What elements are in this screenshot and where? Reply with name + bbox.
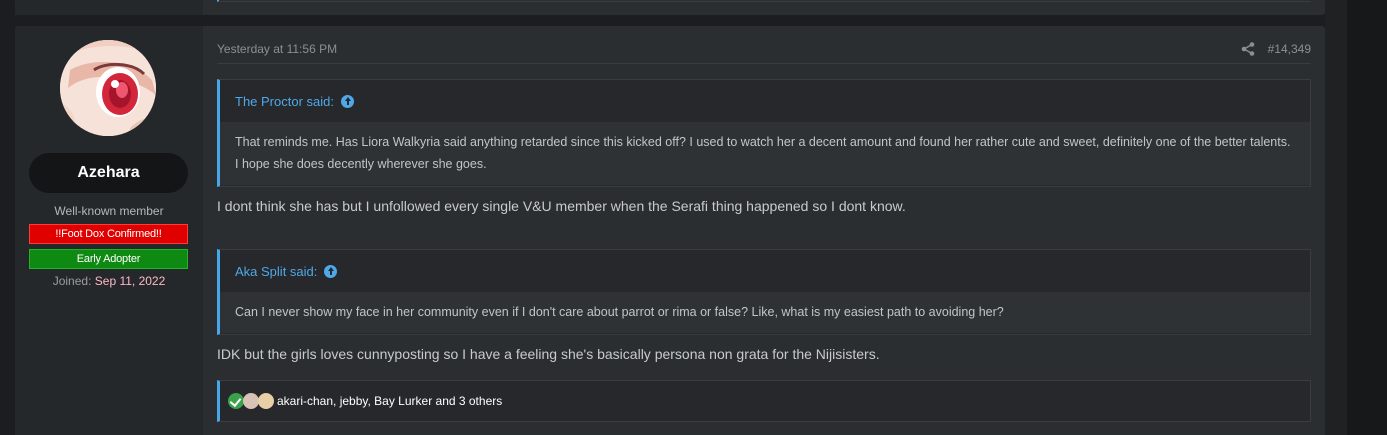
post-user-column: Azehara Well-known member !!Foot Dox Con…	[15, 26, 203, 435]
joined-info: Joined: Sep 11, 2022	[15, 274, 203, 288]
post-number[interactable]: #14,349	[1268, 42, 1311, 56]
previous-post-fragment	[15, 0, 1325, 15]
share-icon[interactable]	[1241, 42, 1255, 56]
quote-body: Can I never show my face in her communit…	[220, 292, 1310, 333]
user-banner-foot-dox: !!Foot Dox Confirmed!!	[29, 224, 188, 244]
quote-author[interactable]: The Proctor said:	[235, 94, 334, 109]
forum-post: Azehara Well-known member !!Foot Dox Con…	[15, 26, 1325, 435]
quote-author[interactable]: Aka Split said:	[235, 264, 317, 279]
avatar[interactable]	[60, 40, 156, 136]
reply-text: I dont think she has but I unfollowed ev…	[217, 198, 906, 214]
previous-post-quote-edge	[217, 0, 1311, 2]
quote-body: That reminds me. Has Liora Walkyria said…	[220, 122, 1310, 185]
reply-text: IDK but the girls loves cunnyposting so …	[217, 346, 880, 362]
scroll-gutter	[1347, 0, 1387, 435]
quote-block: The Proctor said: That reminds me. Has L…	[217, 79, 1311, 187]
previous-post-user-column	[15, 0, 203, 15]
jump-up-icon[interactable]	[324, 265, 338, 278]
like-check-icon	[228, 393, 244, 409]
message-header: Yesterday at 11:56 PM #14,349	[217, 42, 1311, 64]
message-arrow	[203, 58, 213, 78]
reaction-emoji-icon	[258, 393, 274, 409]
reactions-bar: akari-chan, jebby, Bay Lurker and 3 othe…	[217, 380, 1311, 422]
joined-date: Sep 11, 2022	[94, 274, 166, 288]
avatar-icon	[60, 40, 156, 136]
reactions-list[interactable]: akari-chan, jebby, Bay Lurker and 3 othe…	[277, 394, 502, 408]
post-timestamp[interactable]: Yesterday at 11:56 PM	[217, 42, 337, 56]
quote-block: Aka Split said: Can I never show my face…	[217, 249, 1311, 335]
quote-header: The Proctor said:	[220, 80, 1310, 122]
user-title: Well-known member	[54, 204, 164, 218]
jump-up-icon[interactable]	[341, 95, 354, 108]
user-banner-early-adopter: Early Adopter	[29, 249, 188, 269]
joined-label: Joined:	[52, 274, 92, 288]
quote-header: Aka Split said:	[220, 250, 1310, 292]
reaction-emoji-icon	[243, 393, 259, 409]
reaction-icons	[228, 393, 274, 409]
username[interactable]: Azehara	[29, 153, 188, 193]
